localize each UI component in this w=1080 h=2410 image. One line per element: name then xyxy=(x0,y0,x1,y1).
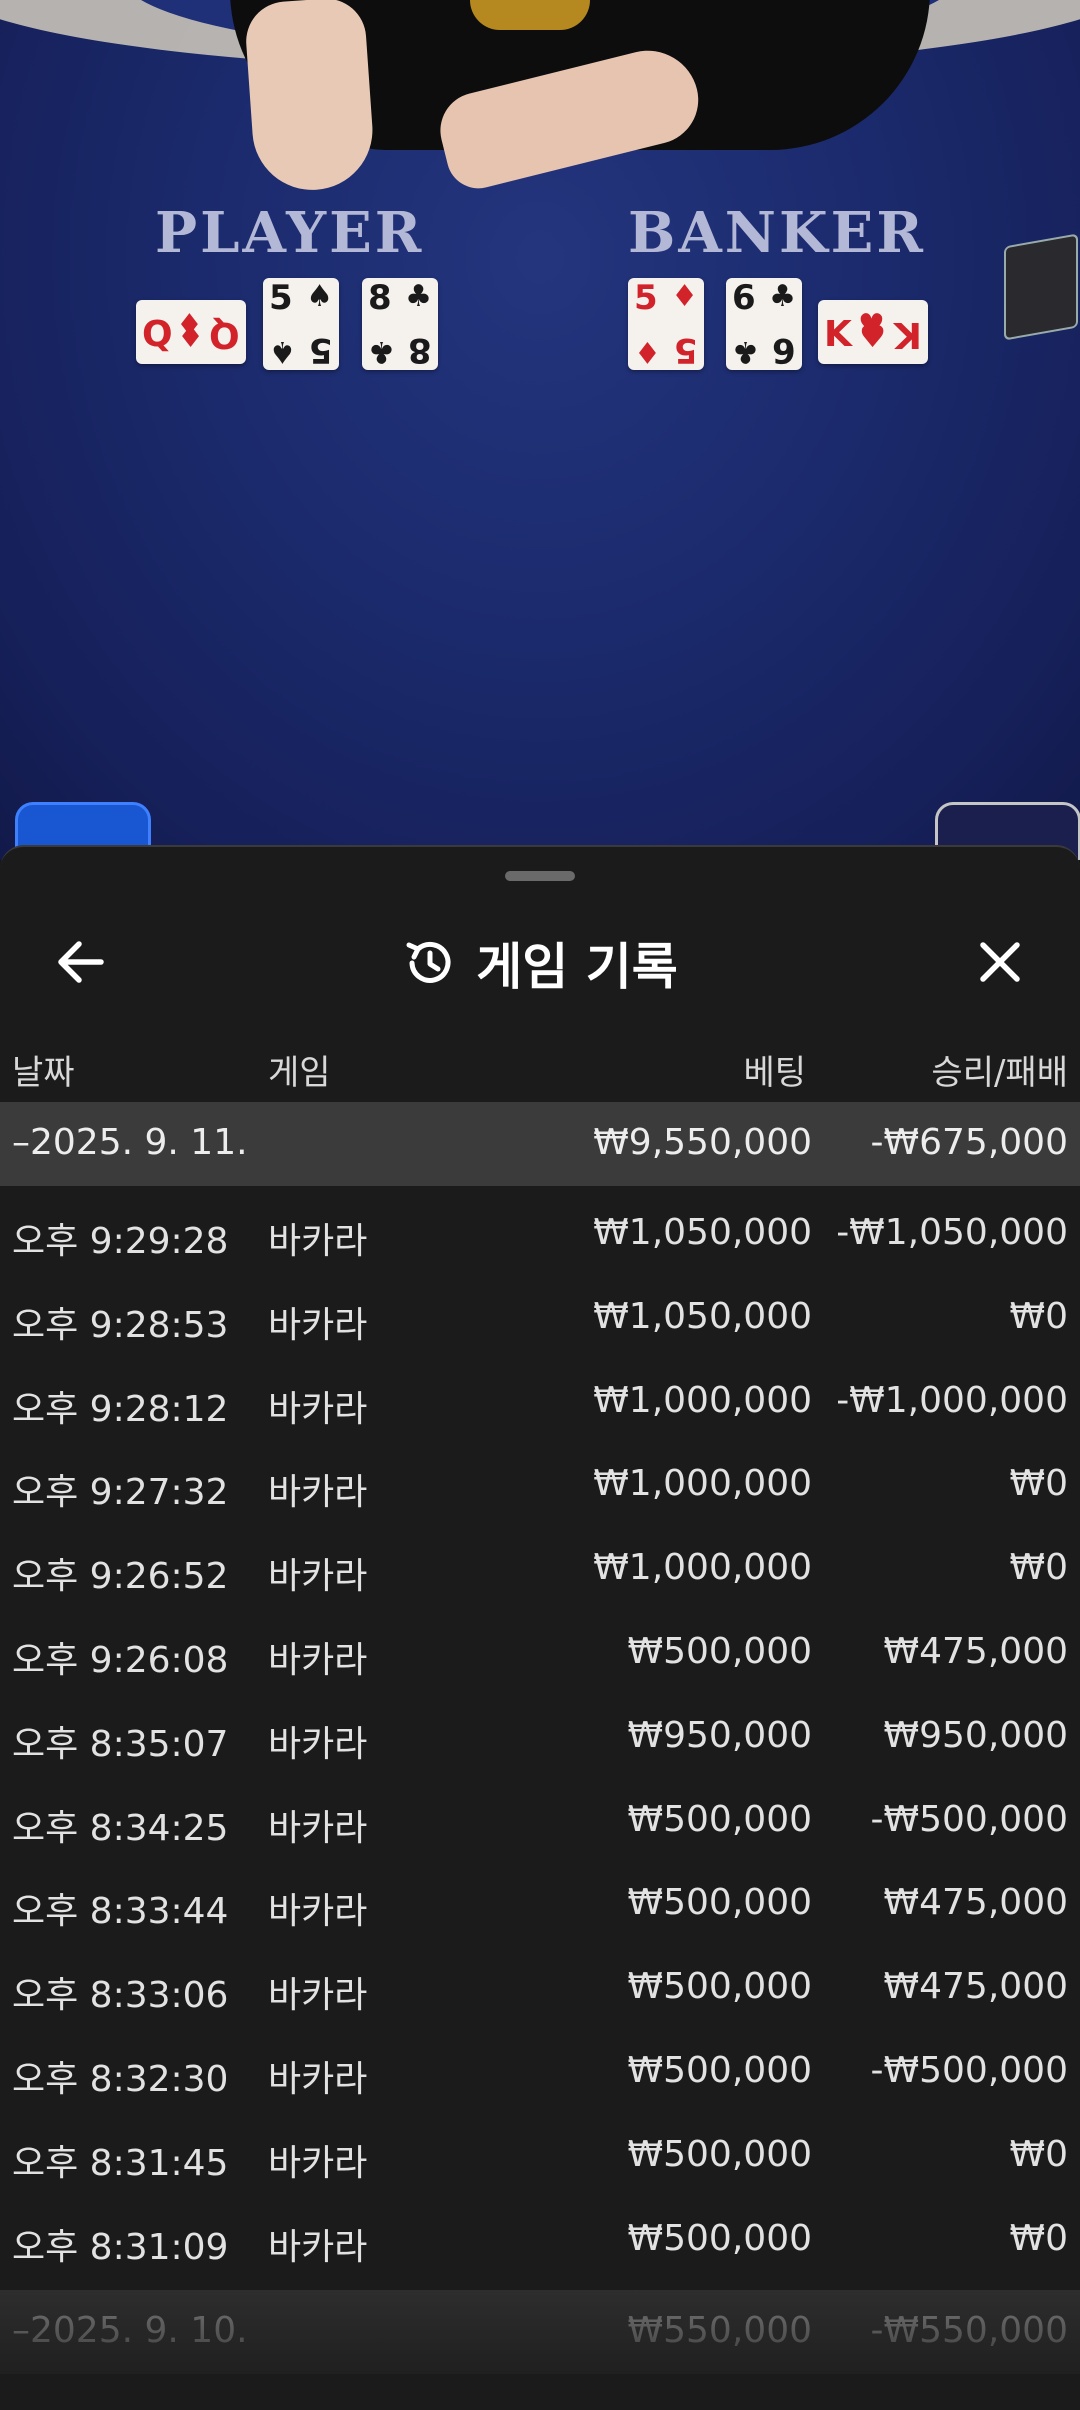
row-bet: ₩500,000 xyxy=(627,1882,812,1924)
row-bet: ₩500,000 xyxy=(627,2217,812,2259)
row-time: 오후 8:33:44 xyxy=(12,1891,229,1933)
player-label: PLAYER xyxy=(155,200,425,266)
group-result-total: -₩550,000 xyxy=(870,2310,1068,2351)
row-bet: ₩500,000 xyxy=(627,1798,812,1840)
card-shoe xyxy=(1004,233,1078,341)
player-card-1: Q ♦ Q ♦ xyxy=(136,300,246,364)
row-time: 오후 9:26:52 xyxy=(12,1556,229,1598)
sheet-header: 게임 기록 xyxy=(0,907,1080,1017)
banker-label: BANKER xyxy=(628,200,926,266)
row-time: 오후 9:27:32 xyxy=(12,1472,229,1514)
group-bet-total: ₩550,000 xyxy=(627,2310,812,2351)
dealer-collar xyxy=(470,0,590,30)
row-game: 바카라 xyxy=(268,1556,368,1598)
history-icon xyxy=(406,941,451,983)
history-row[interactable]: 오후 9:26:52 바카라 ₩1,000,000 ₩0 xyxy=(0,1527,1080,1611)
row-result: ₩475,000 xyxy=(883,1630,1068,1672)
sheet-drag-handle[interactable] xyxy=(505,871,575,881)
row-game: 바카라 xyxy=(268,1221,368,1262)
row-bet: ₩1,000,000 xyxy=(593,1463,812,1505)
row-result: ₩0 xyxy=(1009,2217,1069,2259)
row-game: 바카라 xyxy=(268,1723,368,1765)
row-time: 오후 8:31:09 xyxy=(12,2226,229,2268)
banker-card-1: 5 ♦ 5 ♦ xyxy=(628,278,704,370)
history-row[interactable]: 오후 8:32:30 바카라 ₩500,000 -₩500,000 xyxy=(0,2030,1080,2114)
row-bet: ₩1,050,000 xyxy=(593,1212,812,1253)
row-game: 바카라 xyxy=(268,1891,368,1933)
row-result: -₩1,000,000 xyxy=(836,1379,1068,1421)
group-date: –2025. 9. 11. xyxy=(12,1122,248,1163)
row-time: 오후 9:28:53 xyxy=(12,1304,229,1346)
row-result: ₩475,000 xyxy=(883,1882,1068,1924)
row-bet: ₩1,000,000 xyxy=(593,1379,812,1421)
row-time: 오후 9:26:08 xyxy=(12,1639,229,1681)
row-time: 오후 9:28:12 xyxy=(12,1388,229,1430)
dealer-hand-left xyxy=(243,0,377,194)
live-video-stream: PLAYER BANKER Q ♦ Q ♦ 5 ♠ 5 ♠ 8 ♣ 8 ♣ 5 … xyxy=(0,0,1080,860)
row-bet: ₩500,000 xyxy=(627,2049,812,2091)
row-game: 바카라 xyxy=(268,1388,368,1430)
row-game: 바카라 xyxy=(268,1472,368,1514)
row-result: -₩1,050,000 xyxy=(836,1212,1068,1253)
history-list: 오후 9:29:28 바카라 ₩1,050,000 -₩1,050,000 오후… xyxy=(0,1192,1080,2281)
row-result: ₩475,000 xyxy=(883,1966,1068,2008)
history-row[interactable]: 오후 8:34:25 바카라 ₩500,000 -₩500,000 xyxy=(0,1779,1080,1863)
row-result: -₩500,000 xyxy=(870,1798,1068,1840)
row-bet: ₩1,050,000 xyxy=(593,1295,812,1337)
row-game: 바카라 xyxy=(268,1639,368,1681)
history-row[interactable]: 오후 8:31:45 바카라 ₩500,000 ₩0 xyxy=(0,2114,1080,2198)
date-group-row[interactable]: –2025. 9. 11. ₩9,550,000 -₩675,000 xyxy=(0,1102,1080,1186)
player-card-3: 8 ♣ 8 ♣ xyxy=(362,278,438,370)
row-result: -₩500,000 xyxy=(870,2049,1068,2091)
row-bet: ₩500,000 xyxy=(627,1630,812,1672)
sheet-title: 게임 기록 xyxy=(476,938,678,996)
column-date[interactable]: 날짜 xyxy=(12,1045,75,1094)
history-row[interactable]: 오후 9:27:32 바카라 ₩1,000,000 ₩0 xyxy=(0,1443,1080,1527)
row-bet: ₩1,000,000 xyxy=(593,1547,812,1589)
row-game: 바카라 xyxy=(268,2058,368,2100)
row-result: ₩0 xyxy=(1009,1295,1069,1337)
group-result-total: -₩675,000 xyxy=(870,1122,1068,1163)
banker-card-2: 6 ♣ 6 ♣ xyxy=(726,278,802,370)
history-row[interactable]: 오후 8:31:09 바카라 ₩500,000 ₩0 xyxy=(0,2198,1080,2282)
history-row[interactable]: 오후 9:26:08 바카라 ₩500,000 ₩475,000 xyxy=(0,1611,1080,1695)
history-row[interactable]: 오후 8:33:44 바카라 ₩500,000 ₩475,000 xyxy=(0,1862,1080,1946)
row-result: ₩0 xyxy=(1009,2133,1069,2175)
row-game: 바카라 xyxy=(268,1975,368,2017)
row-result: ₩950,000 xyxy=(883,1714,1068,1756)
row-time: 오후 8:34:25 xyxy=(12,1807,229,1849)
history-row[interactable]: 오후 8:35:07 바카라 ₩950,000 ₩950,000 xyxy=(0,1695,1080,1779)
column-bet[interactable]: 베팅 xyxy=(743,1045,806,1094)
row-bet: ₩500,000 xyxy=(627,2133,812,2175)
row-time: 오후 8:31:45 xyxy=(12,2142,229,2184)
date-group-row[interactable]: –2025. 9. 10. ₩550,000 -₩550,000 xyxy=(0,2290,1080,2374)
row-game: 바카라 xyxy=(268,2142,368,2184)
player-card-2: 5 ♠ 5 ♠ xyxy=(263,278,339,370)
close-icon xyxy=(980,942,1020,982)
group-date: –2025. 9. 10. xyxy=(12,2310,248,2351)
close-button[interactable] xyxy=(960,927,1040,997)
row-game: 바카라 xyxy=(268,1807,368,1849)
history-row[interactable]: 오후 9:28:53 바카라 ₩1,050,000 ₩0 xyxy=(0,1276,1080,1360)
banker-card-3: K ♥ K ♥ xyxy=(818,300,928,364)
row-time: 오후 8:33:06 xyxy=(12,1975,229,2017)
row-game: 바카라 xyxy=(268,1304,368,1346)
row-time: 오후 8:32:30 xyxy=(12,2058,229,2100)
history-row[interactable]: 오후 8:33:06 바카라 ₩500,000 ₩475,000 xyxy=(0,1946,1080,2030)
group-bet-total: ₩9,550,000 xyxy=(593,1122,812,1163)
row-time: 오후 8:35:07 xyxy=(12,1723,229,1765)
sheet-title-group: 게임 기록 xyxy=(0,925,1080,1001)
row-bet: ₩950,000 xyxy=(627,1714,812,1756)
row-result: ₩0 xyxy=(1009,1463,1069,1505)
row-game: 바카라 xyxy=(268,2226,368,2268)
game-history-sheet: 게임 기록 날짜 게임 베팅 승리/패배 –2025. 9. 11. ₩9,55… xyxy=(0,845,1080,2410)
history-row[interactable]: 오후 9:29:28 바카라 ₩1,050,000 -₩1,050,000 xyxy=(0,1192,1080,1276)
column-result[interactable]: 승리/패배 xyxy=(931,1045,1068,1094)
column-game[interactable]: 게임 xyxy=(268,1045,331,1094)
row-time: 오후 9:29:28 xyxy=(12,1221,229,1262)
row-result: ₩0 xyxy=(1009,1547,1069,1589)
row-bet: ₩500,000 xyxy=(627,1966,812,2008)
table-header: 날짜 게임 베팅 승리/패배 xyxy=(0,1027,1080,1107)
history-row[interactable]: 오후 9:28:12 바카라 ₩1,000,000 -₩1,000,000 xyxy=(0,1360,1080,1444)
